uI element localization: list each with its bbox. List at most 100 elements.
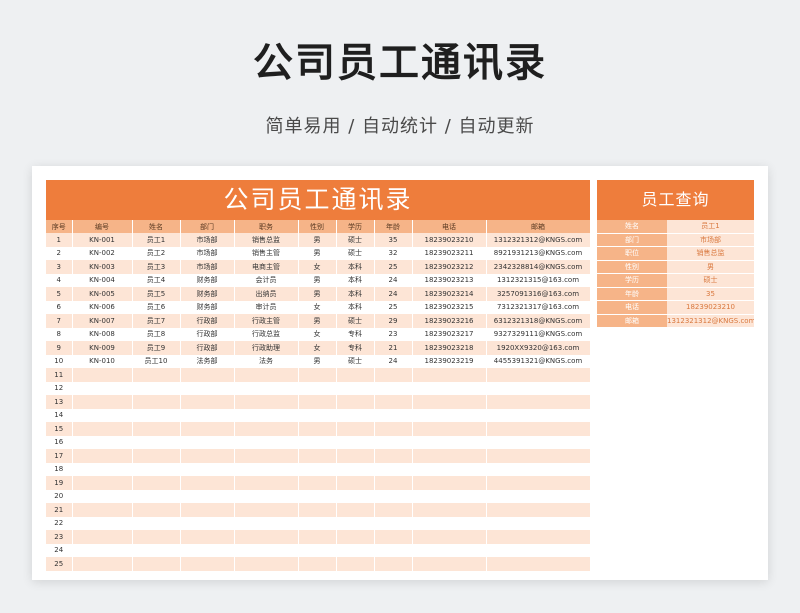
table-cell[interactable]: 行政主管	[234, 314, 299, 328]
table-cell[interactable]	[374, 435, 413, 449]
table-cell[interactable]	[486, 516, 591, 530]
table-cell[interactable]: 18239023212	[412, 260, 487, 274]
table-cell[interactable]	[374, 557, 413, 571]
lookup-value[interactable]: 硕士	[667, 274, 754, 288]
table-cell[interactable]: 员工4	[132, 273, 181, 287]
table-cell[interactable]	[180, 422, 235, 436]
table-cell[interactable]	[180, 462, 235, 476]
table-cell[interactable]: 电商主管	[234, 260, 299, 274]
table-cell[interactable]	[412, 462, 487, 476]
table-cell[interactable]: 审计员	[234, 300, 299, 314]
table-cell[interactable]: 员工6	[132, 300, 181, 314]
table-cell[interactable]	[234, 557, 299, 571]
table-cell[interactable]: 18239023218	[412, 341, 487, 355]
table-cell[interactable]: 25	[46, 557, 73, 571]
table-cell[interactable]	[336, 489, 375, 503]
table-cell[interactable]	[234, 543, 299, 557]
table-cell[interactable]: 硕士	[336, 314, 375, 328]
table-cell[interactable]	[412, 503, 487, 517]
table-cell[interactable]	[336, 530, 375, 544]
column-header[interactable]: 邮箱	[486, 220, 591, 233]
table-cell[interactable]	[298, 435, 337, 449]
table-cell[interactable]	[374, 530, 413, 544]
table-cell[interactable]: 男	[298, 314, 337, 328]
table-cell[interactable]	[72, 449, 133, 463]
table-cell[interactable]: KN-004	[72, 273, 133, 287]
table-cell[interactable]: 女	[298, 260, 337, 274]
table-cell[interactable]	[486, 462, 591, 476]
table-cell[interactable]	[298, 476, 337, 490]
lookup-value[interactable]: 员工1	[667, 220, 754, 234]
table-cell[interactable]: 行政部	[180, 327, 235, 341]
table-cell[interactable]	[180, 489, 235, 503]
table-cell[interactable]	[336, 516, 375, 530]
table-cell[interactable]: 3257091316@163.com	[486, 287, 591, 301]
table-cell[interactable]: 行政助理	[234, 341, 299, 355]
table-cell[interactable]	[298, 395, 337, 409]
table-cell[interactable]	[486, 408, 591, 422]
table-cell[interactable]	[72, 422, 133, 436]
table-cell[interactable]: 22	[46, 516, 73, 530]
table-cell[interactable]: 男	[298, 233, 337, 247]
table-cell[interactable]: 19	[46, 476, 73, 490]
table-cell[interactable]	[412, 395, 487, 409]
table-cell[interactable]	[132, 516, 181, 530]
table-cell[interactable]	[412, 381, 487, 395]
table-cell[interactable]	[132, 435, 181, 449]
table-cell[interactable]: 员工10	[132, 354, 181, 368]
table-cell[interactable]	[486, 422, 591, 436]
table-cell[interactable]: 1920XX9320@163.com	[486, 341, 591, 355]
table-cell[interactable]	[132, 543, 181, 557]
table-cell[interactable]: 6	[46, 300, 73, 314]
table-cell[interactable]: 18239023210	[412, 233, 487, 247]
table-cell[interactable]: 会计员	[234, 273, 299, 287]
table-cell[interactable]	[374, 489, 413, 503]
table-cell[interactable]: 市场部	[180, 233, 235, 247]
table-cell[interactable]: KN-010	[72, 354, 133, 368]
table-cell[interactable]	[132, 503, 181, 517]
table-cell[interactable]	[72, 368, 133, 382]
table-cell[interactable]	[336, 503, 375, 517]
table-cell[interactable]	[132, 381, 181, 395]
table-cell[interactable]: 8921931213@KNGS.com	[486, 246, 591, 260]
table-cell[interactable]	[412, 408, 487, 422]
table-cell[interactable]	[486, 489, 591, 503]
lookup-value[interactable]: 市场部	[667, 233, 754, 247]
table-cell[interactable]	[72, 476, 133, 490]
table-cell[interactable]	[412, 557, 487, 571]
table-cell[interactable]	[298, 489, 337, 503]
table-cell[interactable]	[180, 516, 235, 530]
table-cell[interactable]: 13	[46, 395, 73, 409]
lookup-value[interactable]: 18239023210	[667, 301, 754, 315]
table-cell[interactable]	[298, 449, 337, 463]
table-cell[interactable]	[412, 543, 487, 557]
table-cell[interactable]: 11	[46, 368, 73, 382]
table-cell[interactable]	[180, 381, 235, 395]
table-cell[interactable]: 18239023217	[412, 327, 487, 341]
table-cell[interactable]: 财务部	[180, 273, 235, 287]
table-cell[interactable]: KN-009	[72, 341, 133, 355]
table-cell[interactable]	[72, 557, 133, 571]
table-cell[interactable]	[336, 449, 375, 463]
table-cell[interactable]	[298, 516, 337, 530]
table-cell[interactable]	[336, 557, 375, 571]
table-cell[interactable]: 20	[46, 489, 73, 503]
table-cell[interactable]: 行政部	[180, 314, 235, 328]
column-header[interactable]: 姓名	[132, 220, 181, 233]
table-cell[interactable]	[180, 435, 235, 449]
table-cell[interactable]	[336, 368, 375, 382]
table-cell[interactable]	[132, 557, 181, 571]
table-cell[interactable]: 1312321315@163.com	[486, 273, 591, 287]
table-cell[interactable]: 3	[46, 260, 73, 274]
table-cell[interactable]	[486, 543, 591, 557]
table-cell[interactable]	[412, 476, 487, 490]
table-cell[interactable]	[234, 530, 299, 544]
table-cell[interactable]	[132, 422, 181, 436]
table-cell[interactable]	[486, 449, 591, 463]
column-header[interactable]: 年龄	[374, 220, 413, 233]
table-cell[interactable]	[72, 530, 133, 544]
table-cell[interactable]	[336, 543, 375, 557]
table-cell[interactable]	[486, 503, 591, 517]
table-cell[interactable]: 员工7	[132, 314, 181, 328]
table-cell[interactable]	[412, 489, 487, 503]
